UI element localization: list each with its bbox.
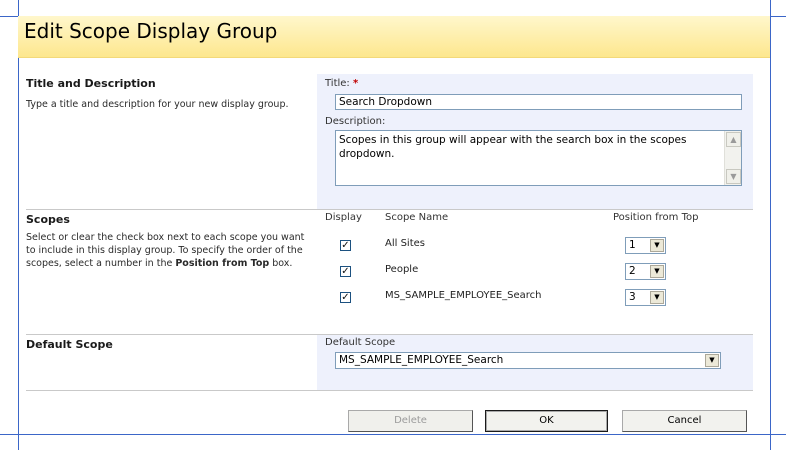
description-textarea[interactable]: Scopes in this group will appear with th… — [335, 130, 742, 186]
page-title: Edit Scope Display Group — [24, 19, 278, 43]
required-mark: * — [353, 78, 359, 89]
page-header: Edit Scope Display Group — [18, 16, 770, 58]
position-select-employee-search[interactable]: 3 ▼ — [625, 289, 666, 306]
selected-value: MS_SAMPLE_EMPLOYEE_Search — [339, 354, 504, 366]
cancel-button[interactable]: Cancel — [622, 410, 747, 432]
desc-text-end: box. — [269, 258, 293, 269]
chevron-down-icon[interactable]: ▼ — [650, 265, 664, 278]
scope-name: People — [385, 264, 419, 275]
checkmark-icon: ✓ — [341, 266, 350, 277]
scopes-panel: Display Scope Name Position from Top ✓ A… — [317, 210, 753, 334]
section-divider — [26, 390, 753, 391]
section-description: Select or clear the check box next to ea… — [26, 231, 314, 270]
scroll-up-arrow-icon[interactable]: ▲ — [726, 132, 741, 147]
title-description-section: Title and Description Type a title and d… — [26, 74, 753, 209]
title-label-text: Title: — [325, 78, 350, 89]
description-text: Scopes in this group will appear with th… — [339, 134, 687, 160]
section-info: Default Scope — [26, 335, 316, 390]
display-checkbox-employee-search[interactable]: ✓ — [340, 292, 351, 303]
section-info: Scopes Select or clear the check box nex… — [26, 210, 316, 334]
chevron-down-icon[interactable]: ▼ — [705, 354, 719, 367]
section-description: Type a title and description for your ne… — [26, 99, 289, 110]
default-scope-label: Default Scope — [325, 337, 396, 348]
input-panel: Title: * Search Dropdown Description: Sc… — [317, 74, 753, 209]
default-scope-section: Default Scope Default Scope MS_SAMPLE_EM… — [26, 335, 753, 390]
selected-value: 2 — [629, 265, 636, 277]
section-heading: Title and Description — [26, 77, 156, 90]
description-label: Description: — [325, 116, 386, 127]
guide-line-right — [770, 0, 771, 450]
title-label: Title: * — [325, 78, 358, 89]
chevron-down-icon[interactable]: ▼ — [650, 239, 664, 252]
section-heading: Default Scope — [26, 338, 113, 351]
selected-value: 1 — [629, 239, 636, 251]
ok-button[interactable]: OK — [485, 410, 608, 432]
checkmark-icon: ✓ — [341, 240, 350, 251]
selected-value: 3 — [629, 291, 636, 303]
description-scrollbar[interactable]: ▲ ▼ — [724, 131, 741, 185]
position-select-all-sites[interactable]: 1 ▼ — [625, 237, 666, 254]
section-info: Title and Description Type a title and d… — [26, 74, 316, 209]
scope-name: MS_SAMPLE_EMPLOYEE_Search — [385, 290, 542, 301]
position-select-people[interactable]: 2 ▼ — [625, 263, 666, 280]
display-checkbox-people[interactable]: ✓ — [340, 266, 351, 277]
desc-bold-text: Position from Top — [175, 258, 270, 269]
chevron-down-icon[interactable]: ▼ — [650, 291, 664, 304]
display-checkbox-all-sites[interactable]: ✓ — [340, 240, 351, 251]
section-heading: Scopes — [26, 213, 70, 226]
delete-button[interactable]: Delete — [348, 410, 473, 432]
default-scope-select[interactable]: MS_SAMPLE_EMPLOYEE_Search ▼ — [335, 352, 721, 369]
column-header-scope-name: Scope Name — [385, 212, 449, 223]
guide-line-bottom — [0, 434, 786, 435]
column-header-display: Display — [325, 212, 362, 223]
checkmark-icon: ✓ — [341, 292, 350, 303]
default-scope-panel: Default Scope MS_SAMPLE_EMPLOYEE_Search … — [317, 335, 753, 390]
title-input[interactable]: Search Dropdown — [335, 94, 742, 110]
scope-name: All Sites — [385, 238, 425, 249]
guide-line-left — [18, 0, 19, 450]
column-header-position: Position from Top — [613, 212, 699, 223]
scroll-down-arrow-icon[interactable]: ▼ — [726, 169, 741, 184]
scopes-section: Scopes Select or clear the check box nex… — [26, 210, 753, 334]
